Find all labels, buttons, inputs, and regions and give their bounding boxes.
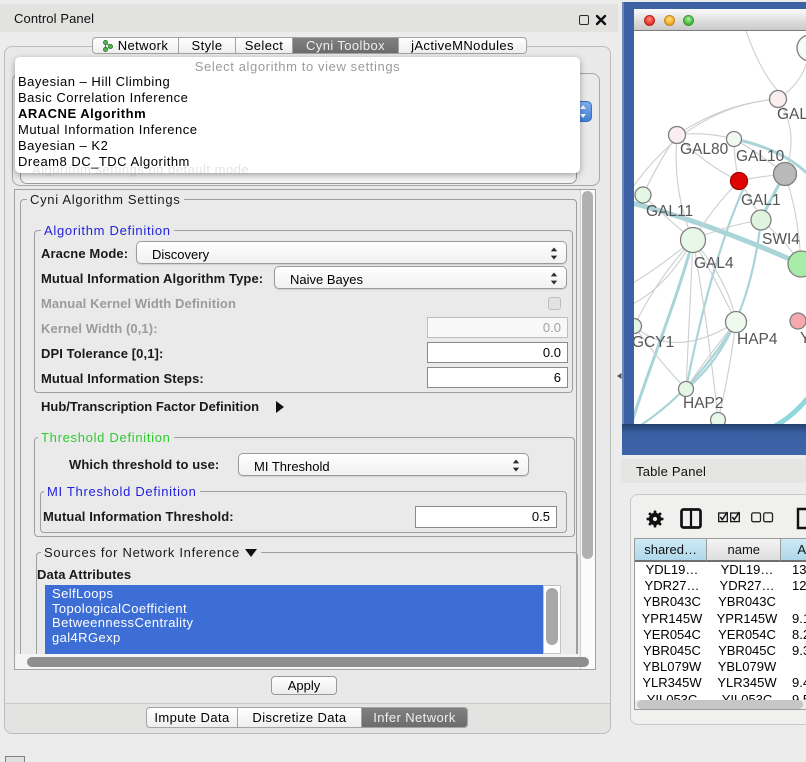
svg-text:GAL11: GAL11 (646, 203, 693, 220)
svg-text:SWI4: SWI4 (762, 231, 800, 248)
svg-text:HAP2: HAP2 (683, 395, 724, 412)
svg-text:GCY1: GCY1 (634, 334, 674, 351)
svg-text:GAL4: GAL4 (694, 255, 734, 272)
svg-text:GAL80: GAL80 (680, 141, 729, 158)
svg-text:HAP4: HAP4 (737, 331, 778, 348)
svg-text:GAL1: GAL1 (741, 192, 781, 209)
svg-text:GAL7: GAL7 (777, 106, 806, 123)
svg-text:GAL10: GAL10 (736, 148, 785, 165)
svg-text:YEL0: YEL0 (800, 330, 806, 347)
